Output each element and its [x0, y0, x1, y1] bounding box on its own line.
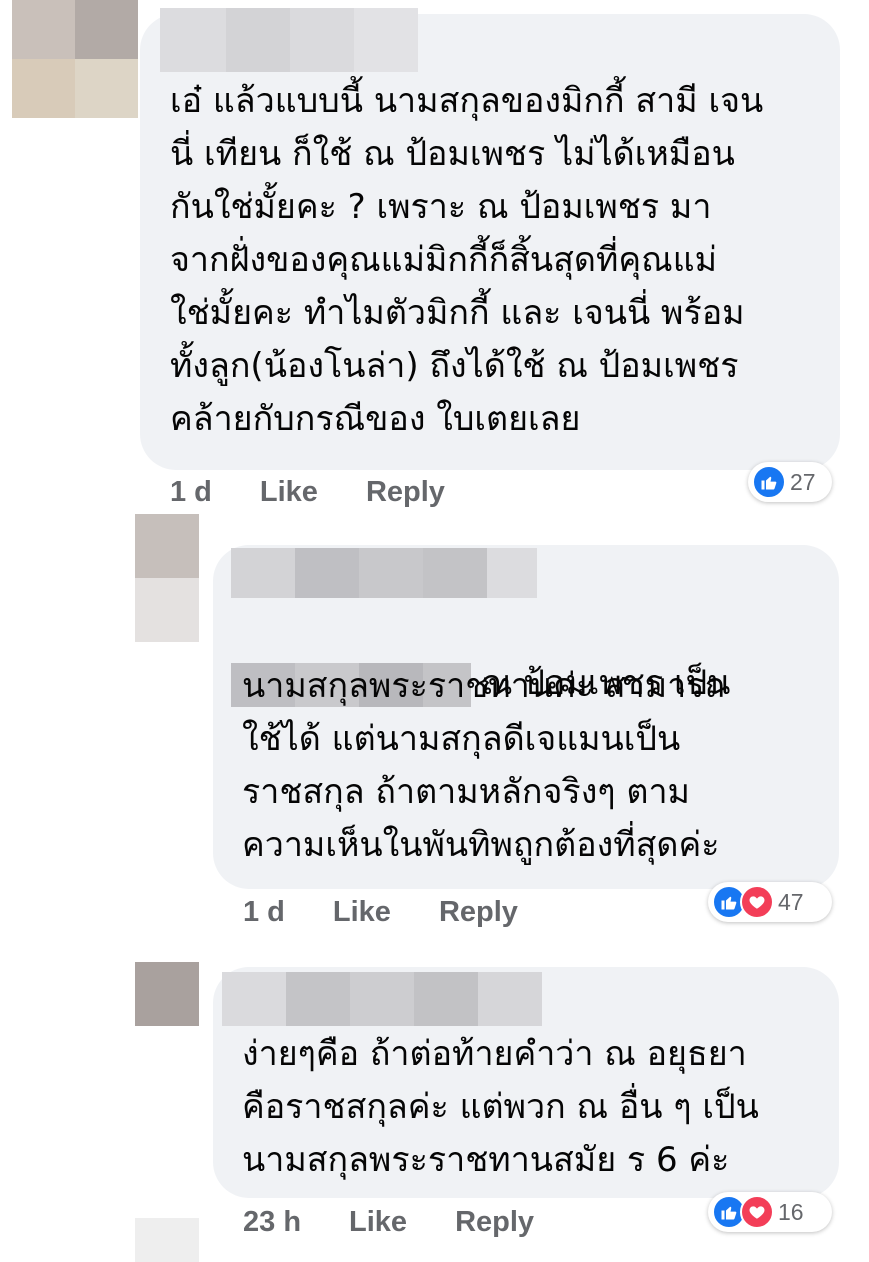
comment-actions: 1 d Like Reply	[170, 476, 493, 509]
reaction-summary[interactable]: 27	[748, 462, 832, 502]
reply-button[interactable]: Reply	[439, 896, 518, 929]
reply-button[interactable]: Reply	[455, 1206, 534, 1239]
comment-timestamp[interactable]: 23 h	[243, 1206, 301, 1239]
comment-text: ง่ายๆคือ ถ้าต่อท้ายคำว่า ณ อยุธยา คือราช…	[242, 1034, 759, 1180]
comment-actions: 23 h Like Reply	[243, 1206, 582, 1239]
love-icon	[740, 885, 774, 919]
like-icon	[752, 465, 786, 499]
comment-actions: 1 d Like Reply	[243, 896, 566, 929]
avatar[interactable]	[135, 962, 199, 1026]
reaction-count: 27	[790, 468, 816, 495]
reaction-count: 47	[778, 888, 804, 915]
comment-timestamp[interactable]: 1 d	[243, 896, 285, 929]
reaction-summary[interactable]: 47	[708, 882, 832, 922]
comment-text: นามสกุลพระราชทานค่ะ สามารถ ใช้ได้ แต่นาม…	[242, 666, 726, 865]
love-icon	[740, 1195, 774, 1229]
avatar[interactable]	[12, 0, 138, 118]
reaction-summary[interactable]: 16	[708, 1192, 832, 1232]
comment-text: เอ๋ แล้วแบบนี้ นามสกุลของมิกกี้ สามี เจน…	[170, 81, 764, 439]
commenter-name-blurred[interactable]	[231, 548, 537, 598]
comment-timestamp[interactable]: 1 d	[170, 476, 212, 509]
commenter-name-blurred[interactable]	[160, 8, 418, 72]
reply-button[interactable]: Reply	[366, 476, 445, 509]
commenter-name-blurred[interactable]	[222, 972, 542, 1026]
like-button[interactable]: Like	[349, 1206, 407, 1239]
avatar[interactable]	[135, 514, 199, 642]
avatar[interactable]	[135, 1218, 199, 1262]
reaction-count: 16	[778, 1198, 804, 1225]
like-button[interactable]: Like	[333, 896, 391, 929]
like-button[interactable]: Like	[260, 476, 318, 509]
